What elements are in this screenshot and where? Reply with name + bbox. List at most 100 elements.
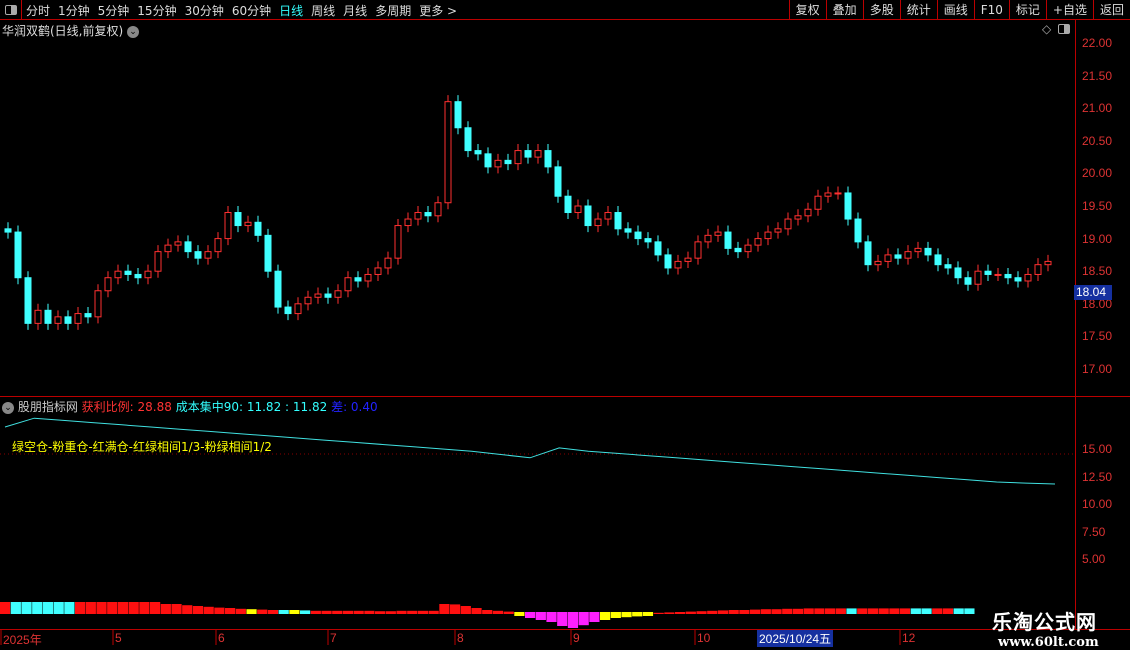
histogram-bar [557,612,568,626]
candle [594,218,602,227]
histogram-bar [492,610,504,614]
candle [904,251,912,259]
date-tick-label: 8 [457,631,464,645]
candle [184,241,192,253]
candle [414,212,422,220]
candle [774,228,782,233]
candle [954,267,962,279]
histogram-bar [353,610,364,614]
candle [1014,277,1022,282]
histogram-bar [10,602,21,614]
histogram-bar [321,610,332,614]
histogram-bar [664,612,675,614]
histogram-bar [342,610,354,614]
candle [714,231,722,236]
candle [464,127,472,152]
candle [304,296,312,305]
indicator-name[interactable]: 股朋指标网 [18,400,78,414]
histogram-bar [214,607,225,614]
candle [914,247,922,253]
histogram-bar [385,611,396,614]
candle [834,192,842,195]
histogram-bar [857,608,868,614]
candle [284,306,292,315]
candle [44,309,52,324]
histogram-bar [203,606,214,614]
histogram-bar [150,602,161,614]
histogram-bar [642,612,654,616]
candle [814,195,822,210]
histogram-bar [632,612,643,617]
candle [134,273,142,279]
histogram-bar [760,609,771,614]
candle [664,254,672,269]
histogram-bar [417,610,429,614]
histogram-bar [439,604,450,614]
histogram-bar [921,608,932,614]
histogram-bar [21,602,32,614]
histogram-bar [160,604,171,614]
candle [294,303,302,315]
histogram-bar [310,610,321,614]
candle [14,231,22,279]
candle [204,251,212,259]
candle [864,241,872,266]
histogram-bar [814,608,825,614]
date-tick-label: 10 [697,631,711,645]
candle [194,251,202,259]
candle [344,277,352,292]
histogram-bar [514,612,525,616]
date-tick-label: 9 [573,631,580,645]
date-tick-label: 5 [115,631,122,645]
candle [454,101,462,129]
histogram-bar [257,609,268,614]
candle [4,228,12,233]
histogram-bar [621,612,632,618]
histogram-bar [567,612,579,628]
histogram-bar [953,608,964,614]
candle [364,273,372,282]
candle [654,241,662,256]
candle [764,231,772,240]
histogram-bar [53,602,64,614]
candle [724,231,732,249]
histogram-bar [771,609,782,614]
histogram-bar [792,608,804,614]
histogram-bar [171,604,182,614]
profit-ratio: 获利比例: 28.88 [81,400,172,414]
histogram-bar [782,608,793,614]
candle [474,150,482,155]
histogram-bar [482,610,493,614]
histogram-bar [471,608,482,614]
histogram-bar [535,612,546,620]
histogram-bar [878,608,889,614]
candle [234,212,242,227]
histogram-bar [364,610,375,614]
candle [1044,260,1052,266]
candle [314,293,322,298]
candle [884,254,892,262]
histogram-bar [182,605,193,614]
candle [1024,273,1032,282]
histogram-bar [942,608,954,614]
histogram-bar [235,608,246,614]
kline-chart[interactable] [0,0,1130,650]
histogram-bar [396,610,407,614]
histogram-bar [889,608,900,614]
candle [384,257,392,269]
candle [334,290,342,298]
date-tick-label: 2025年 [3,633,42,647]
candle [744,244,752,253]
histogram-bar [685,611,696,614]
histogram-bar [900,608,911,614]
candle [534,150,542,158]
chevron-down-icon[interactable]: ⌄ [2,401,14,414]
candle [174,241,182,246]
histogram-bar [0,602,11,614]
candle [424,212,432,217]
candle [104,277,112,292]
candle [264,234,272,272]
candle [524,150,532,158]
histogram-bar [32,602,43,614]
candle [684,257,692,262]
